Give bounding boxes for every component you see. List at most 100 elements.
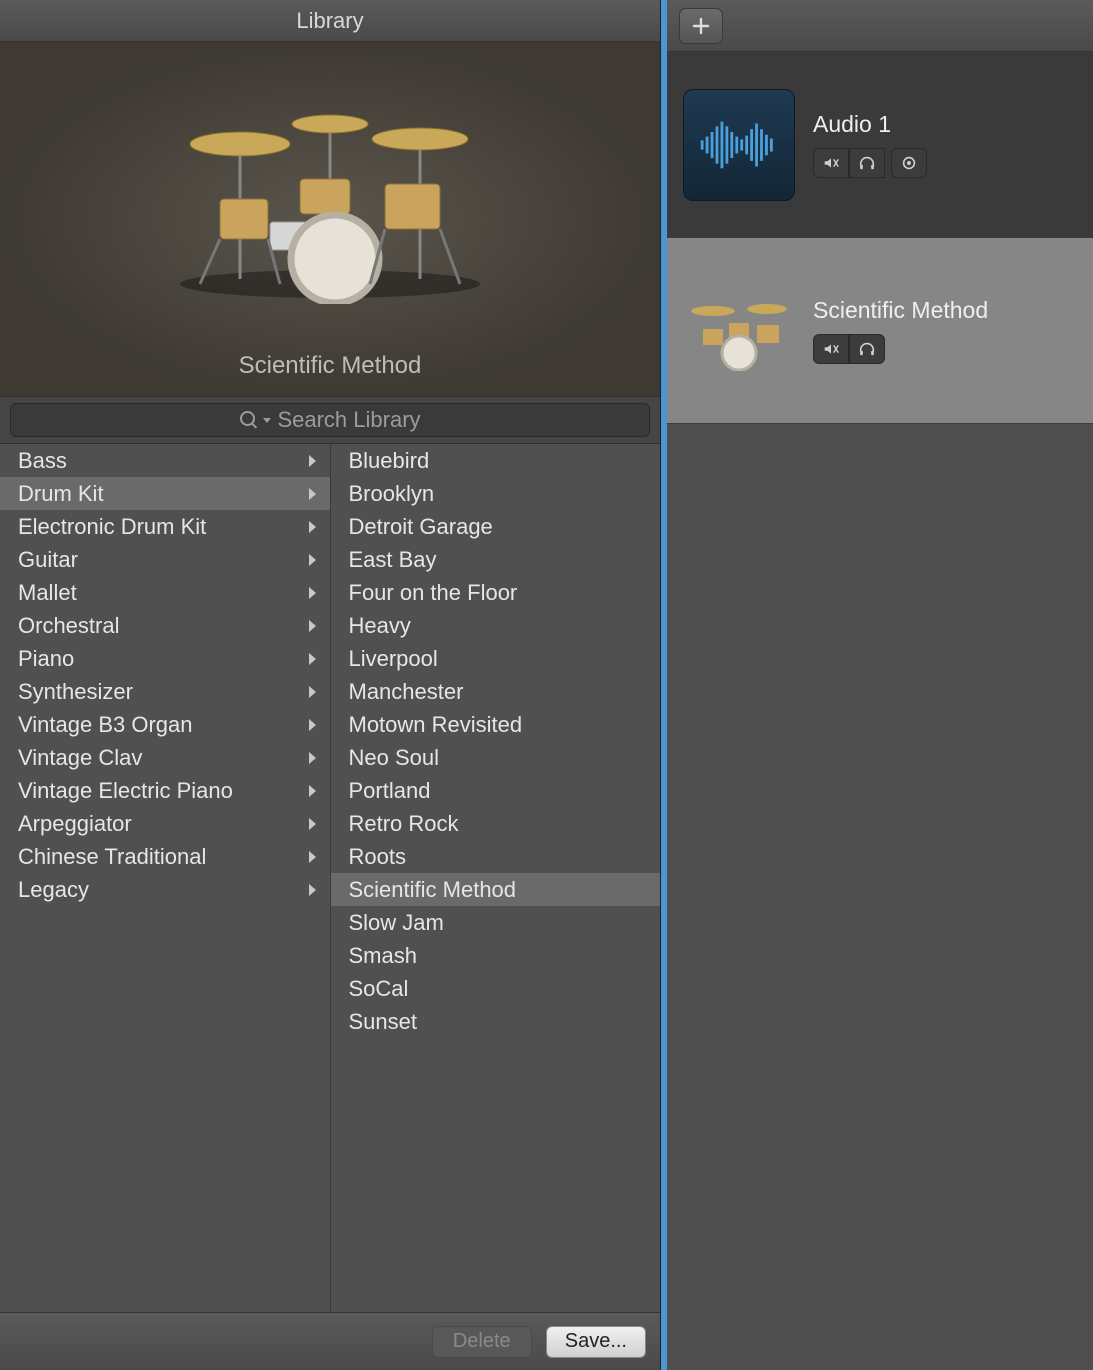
category-row[interactable]: Orchestral — [0, 609, 330, 642]
preset-row[interactable]: Four on the Floor — [331, 576, 661, 609]
preset-row[interactable]: Manchester — [331, 675, 661, 708]
category-row[interactable]: Bass — [0, 444, 330, 477]
preset-column[interactable]: Bluebird Brooklyn Detroit Garage East Bay Fo… — [331, 444, 661, 1312]
preset-row[interactable]: Scientific Method — [331, 873, 661, 906]
preset-label: Roots — [349, 844, 406, 870]
chevron-right-icon — [309, 554, 316, 566]
tracks-toolbar — [667, 0, 1093, 52]
category-label: Vintage Clav — [18, 745, 142, 771]
add-track-button[interactable] — [679, 8, 723, 44]
save-button[interactable]: Save... — [546, 1326, 646, 1358]
category-row[interactable]: Chinese Traditional — [0, 840, 330, 873]
preset-row[interactable]: SoCal — [331, 972, 661, 1005]
category-label: Guitar — [18, 547, 78, 573]
category-row[interactable]: Vintage B3 Organ — [0, 708, 330, 741]
preset-row[interactable]: Motown Revisited — [331, 708, 661, 741]
preset-label: Sunset — [349, 1009, 418, 1035]
category-column[interactable]: Bass Drum Kit Electronic Drum Kit Guitar Mal… — [0, 444, 331, 1312]
preset-label: Motown Revisited — [349, 712, 523, 738]
category-row[interactable]: Synthesizer — [0, 675, 330, 708]
search-dropdown-icon[interactable] — [263, 418, 271, 423]
preset-row[interactable]: Sunset — [331, 1005, 661, 1038]
preview-area: Scientific Method — [0, 42, 660, 396]
chevron-right-icon — [309, 653, 316, 665]
category-row[interactable]: Vintage Electric Piano — [0, 774, 330, 807]
category-row[interactable]: Arpeggiator — [0, 807, 330, 840]
delete-button-label: Delete — [453, 1330, 511, 1353]
preset-row[interactable]: Neo Soul — [331, 741, 661, 774]
category-row[interactable]: Vintage Clav — [0, 741, 330, 774]
chevron-right-icon — [309, 587, 316, 599]
preset-row[interactable]: Retro Rock — [331, 807, 661, 840]
category-label: Arpeggiator — [18, 811, 132, 837]
library-panel: Library Scie — [0, 0, 661, 1370]
category-label: Orchestral — [18, 613, 119, 639]
category-label: Drum Kit — [18, 481, 104, 507]
track-title: Audio 1 — [813, 111, 927, 138]
preset-label: Manchester — [349, 679, 464, 705]
category-label: Piano — [18, 646, 74, 672]
preset-label: Portland — [349, 778, 431, 804]
library-title-text: Library — [296, 8, 363, 34]
solo-headphones-button[interactable] — [849, 148, 885, 178]
preset-label: East Bay — [349, 547, 437, 573]
category-row[interactable]: Electronic Drum Kit — [0, 510, 330, 543]
preset-row[interactable]: Detroit Garage — [331, 510, 661, 543]
solo-headphones-button[interactable] — [849, 334, 885, 364]
preset-label: Detroit Garage — [349, 514, 493, 540]
preset-row[interactable]: Smash — [331, 939, 661, 972]
chevron-right-icon — [309, 455, 316, 467]
chevron-right-icon — [309, 521, 316, 533]
preset-label: Heavy — [349, 613, 411, 639]
preset-label: Brooklyn — [349, 481, 435, 507]
preview-label: Scientific Method — [239, 352, 422, 380]
delete-button[interactable]: Delete — [432, 1326, 532, 1358]
track-row[interactable]: Scientific Method — [667, 238, 1093, 424]
tracks-list: Audio 1 Scientific Method — [667, 52, 1093, 424]
search-row: Search Library — [0, 396, 660, 444]
input-monitor-button[interactable] — [891, 148, 927, 178]
category-label: Mallet — [18, 580, 77, 606]
preset-row[interactable]: Portland — [331, 774, 661, 807]
library-title: Library — [0, 0, 660, 42]
drumkit-icon — [683, 275, 795, 387]
search-icon — [239, 410, 259, 430]
category-row[interactable]: Drum Kit — [0, 477, 330, 510]
category-label: Bass — [18, 448, 67, 474]
preset-row[interactable]: East Bay — [331, 543, 661, 576]
category-row[interactable]: Guitar — [0, 543, 330, 576]
mute-button[interactable] — [813, 334, 849, 364]
category-label: Vintage B3 Organ — [18, 712, 193, 738]
preset-row[interactable]: Slow Jam — [331, 906, 661, 939]
drumkit-preview-icon — [170, 42, 490, 346]
preset-label: SoCal — [349, 976, 409, 1002]
category-row[interactable]: Mallet — [0, 576, 330, 609]
preset-row[interactable]: Roots — [331, 840, 661, 873]
chevron-right-icon — [309, 686, 316, 698]
preset-row[interactable]: Liverpool — [331, 642, 661, 675]
preset-row[interactable]: Brooklyn — [331, 477, 661, 510]
category-label: Chinese Traditional — [18, 844, 206, 870]
chevron-right-icon — [309, 884, 316, 896]
preset-label: Bluebird — [349, 448, 430, 474]
track-row[interactable]: Audio 1 — [667, 52, 1093, 238]
preset-label: Liverpool — [349, 646, 438, 672]
search-placeholder: Search Library — [277, 407, 420, 433]
chevron-right-icon — [309, 620, 316, 632]
chevron-right-icon — [309, 488, 316, 500]
tracks-panel-wrap: Audio 1 Scientific Method — [661, 0, 1093, 1370]
category-label: Vintage Electric Piano — [18, 778, 233, 804]
search-input[interactable]: Search Library — [10, 403, 650, 437]
category-row[interactable]: Piano — [0, 642, 330, 675]
browser-columns: Bass Drum Kit Electronic Drum Kit Guitar Mal… — [0, 444, 660, 1312]
preset-label: Neo Soul — [349, 745, 440, 771]
category-label: Synthesizer — [18, 679, 133, 705]
audio-waveform-icon — [683, 89, 795, 201]
preset-row[interactable]: Bluebird — [331, 444, 661, 477]
track-title: Scientific Method — [813, 297, 988, 324]
preset-label: Scientific Method — [349, 877, 517, 903]
plus-icon — [691, 16, 711, 36]
preset-row[interactable]: Heavy — [331, 609, 661, 642]
mute-button[interactable] — [813, 148, 849, 178]
category-row[interactable]: Legacy — [0, 873, 330, 906]
